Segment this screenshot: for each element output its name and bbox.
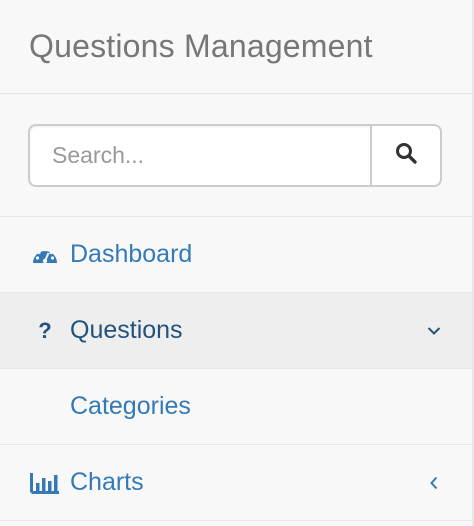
sidebar-item-questions[interactable]: ? Questions	[0, 293, 472, 369]
sidebar-item-label: Questions	[70, 316, 183, 344]
chevron-left-icon[interactable]	[426, 475, 442, 491]
sidebar-item-label: Categories	[70, 392, 191, 420]
sidebar-subitem-categories[interactable]: Categories	[0, 369, 472, 445]
search-input[interactable]	[28, 124, 370, 187]
bar-chart-icon	[30, 468, 60, 498]
sidebar: Questions Management Search... Dashboard…	[0, 0, 474, 526]
sidebar-item-dashboard[interactable]: Dashboard	[0, 217, 472, 293]
sidebar-item-label: Charts	[70, 468, 144, 496]
search-button[interactable]	[370, 124, 442, 187]
search-group	[28, 124, 442, 187]
chevron-down-icon[interactable]	[426, 323, 442, 339]
brand-title[interactable]: Questions Management	[29, 28, 373, 65]
search-icon	[394, 141, 418, 170]
dashboard-icon	[30, 240, 60, 270]
sidebar-search	[0, 94, 472, 217]
brand-header: Questions Management	[0, 0, 472, 94]
sidebar-item-charts[interactable]: Charts	[0, 445, 472, 521]
question-icon: ?	[38, 317, 52, 343]
sidebar-item-label: Dashboard	[70, 240, 193, 268]
